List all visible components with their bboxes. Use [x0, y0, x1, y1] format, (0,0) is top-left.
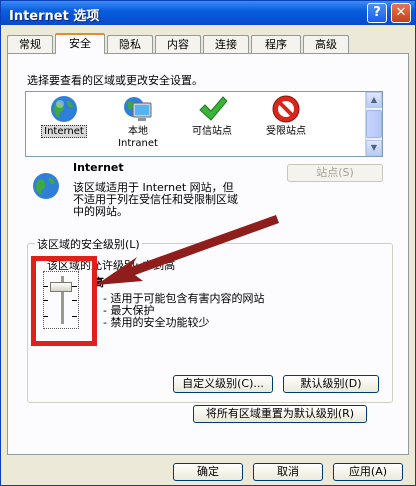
cancel-button[interactable]: 取消: [253, 463, 323, 481]
zone-label-restricted: 受限站点: [266, 126, 306, 137]
zone-label-intranet: 本地 Intranet: [118, 126, 158, 149]
globe-icon: [51, 96, 77, 122]
annotation-arrow-icon: [96, 215, 279, 285]
tab-connections[interactable]: 连接: [203, 35, 249, 53]
window-title: Internet 选项: [9, 9, 100, 24]
selected-zone-globe-icon: [33, 173, 59, 199]
scroll-up-button[interactable]: ▲: [366, 92, 382, 108]
internet-options-window: Internet 选项 ? ✕ 常规 安全 隐私 内容 连接 程序 高级 选择要…: [0, 0, 416, 486]
no-entry-icon: [272, 95, 300, 123]
tab-advanced[interactable]: 高级: [303, 35, 349, 53]
monitor-icon: [124, 97, 152, 121]
zone-info-title: Internet: [73, 161, 124, 174]
highlight-box: [31, 256, 97, 346]
zone-prompt: 选择要查看的区域或更改安全设置。: [27, 74, 203, 87]
tab-general[interactable]: 常规: [7, 35, 53, 53]
default-level-button[interactable]: 默认级别(D): [283, 375, 379, 393]
zone-label-trusted: 可信站点: [192, 126, 232, 137]
zone-label-internet: Internet: [41, 125, 87, 138]
ok-button[interactable]: 确定: [173, 463, 243, 481]
sites-button[interactable]: 站点(S): [287, 164, 383, 182]
zone-scrollbar[interactable]: ▲ ▼: [365, 92, 382, 156]
scroll-thumb[interactable]: [366, 110, 382, 138]
zone-intranet[interactable]: 本地 Intranet: [106, 94, 170, 150]
tab-privacy[interactable]: 隐私: [107, 35, 153, 53]
tab-content[interactable]: 内容: [155, 35, 201, 53]
zone-list: Internet 本地 Intranet 可信站点 受限站点 ▲ ▼: [25, 91, 383, 157]
title-bar[interactable]: Internet 选项 ? ✕: [1, 1, 415, 25]
apply-button[interactable]: 应用(A): [333, 463, 403, 481]
custom-level-button[interactable]: 自定义级别(C)...: [173, 375, 273, 393]
scroll-down-button[interactable]: ▼: [366, 140, 382, 156]
help-button[interactable]: ?: [367, 3, 387, 23]
close-button[interactable]: ✕: [391, 3, 411, 23]
zone-internet[interactable]: Internet: [32, 94, 96, 138]
tab-security[interactable]: 安全: [55, 33, 105, 54]
reset-all-zones-button[interactable]: 将所有区域重置为默认级别(R): [193, 405, 367, 423]
level-bullet-3: - 禁用的安全功能较少: [103, 316, 210, 329]
zone-restricted[interactable]: 受限站点: [254, 94, 318, 138]
check-icon: [199, 96, 227, 121]
tab-programs[interactable]: 程序: [251, 35, 301, 53]
zone-trusted[interactable]: 可信站点: [180, 94, 244, 138]
